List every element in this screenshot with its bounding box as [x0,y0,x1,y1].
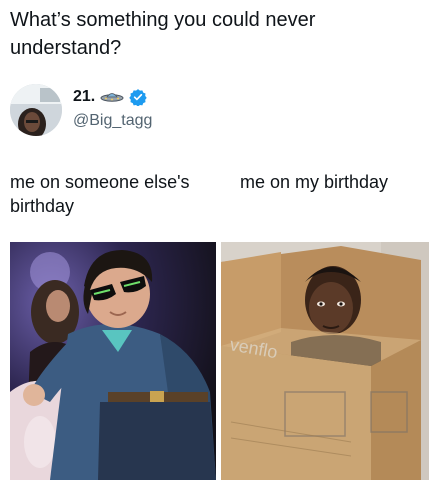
author-name-row[interactable]: 21. [73,88,147,106]
verified-badge-icon [129,89,147,106]
dancing-kid-image [10,242,216,480]
author-display-name[interactable]: 21. [73,88,95,106]
avatar-image [10,84,62,136]
author-handle[interactable]: @Big_tagg [73,112,152,130]
photo-dancing-kid[interactable] [10,242,216,480]
left-caption: me on someone else's birthday [10,172,190,216]
photo-man-in-box[interactable]: venflo [221,242,429,480]
post-question: What’s something you could never underst… [10,9,316,59]
right-caption: me on my birthday [240,172,389,192]
man-in-box-image: venflo [221,242,429,480]
avatar[interactable] [10,84,62,136]
ufo-icon [100,93,124,102]
